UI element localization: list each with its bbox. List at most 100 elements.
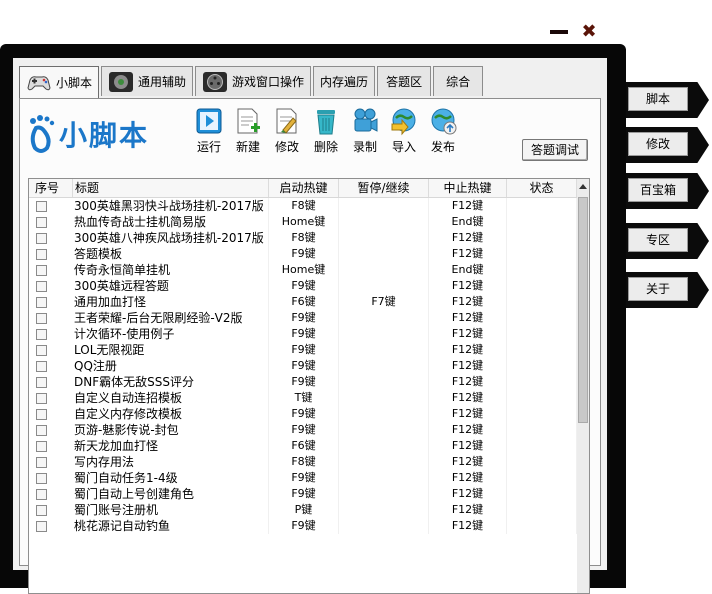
scroll-thumb[interactable] (578, 197, 588, 423)
table-row[interactable]: 桃花源记自动钓鱼 F9键 F12键 (29, 518, 577, 534)
row-title: 新天龙加血打怪 (73, 438, 269, 454)
row-status (507, 454, 577, 470)
run-button[interactable]: 运行 (190, 106, 228, 155)
row-status (507, 262, 577, 278)
row-status (507, 342, 577, 358)
side-button-about[interactable]: 关于 (628, 277, 688, 301)
table-row[interactable]: 页游-魅影传说-封包 F9键 F12键 (29, 422, 577, 438)
row-checkbox[interactable] (36, 409, 47, 420)
table-row[interactable]: 通用加血打怪 F6键 F7键 F12键 (29, 294, 577, 310)
row-pause-hotkey (339, 310, 429, 326)
row-checkbox[interactable] (36, 393, 47, 404)
row-title: LOL无限视距 (73, 342, 269, 358)
table-row[interactable]: DNF霸体无敌SSS评分 F9键 F12键 (29, 374, 577, 390)
row-status (507, 326, 577, 342)
import-button[interactable]: 导入 (385, 106, 423, 155)
row-start-hotkey: F8键 (269, 454, 339, 470)
tab-quiz-area[interactable]: 答题区 (377, 66, 432, 96)
table-row[interactable]: 答题模板 F9键 F12键 (29, 246, 577, 262)
side-button-script[interactable]: 脚本 (628, 87, 688, 111)
row-pause-hotkey (339, 262, 429, 278)
table-row[interactable]: 新天龙加血打怪 F6键 F12键 (29, 438, 577, 454)
col-title[interactable]: 标题 (73, 179, 269, 197)
table-row[interactable]: 王者荣耀-后台无限刷经验-V2版 F9键 F12键 (29, 310, 577, 326)
row-checkbox[interactable] (36, 265, 47, 276)
scroll-up-icon[interactable] (579, 184, 587, 189)
delete-button[interactable]: 删除 (307, 106, 345, 155)
row-checkbox[interactable] (36, 281, 47, 292)
new-button[interactable]: 新建 (229, 106, 267, 155)
row-checkbox[interactable] (36, 233, 47, 244)
row-start-hotkey: F9键 (269, 470, 339, 486)
tab-general-assist[interactable]: 通用辅助 (101, 66, 194, 96)
row-checkbox[interactable] (36, 425, 47, 436)
table-row[interactable]: 蜀门自动任务1-4级 F9键 F12键 (29, 470, 577, 486)
row-checkbox[interactable] (36, 473, 47, 484)
row-start-hotkey: F8键 (269, 198, 339, 214)
col-pause-resume[interactable]: 暂停/继续 (339, 179, 429, 197)
table-row[interactable]: 自定义内存修改模板 F9键 F12键 (29, 406, 577, 422)
row-title: 桃花源记自动钓鱼 (73, 518, 269, 534)
film-reel-icon (202, 71, 228, 93)
row-checkbox[interactable] (36, 249, 47, 260)
row-start-hotkey: Home键 (269, 214, 339, 230)
side-button-zone[interactable]: 专区 (628, 228, 688, 252)
publish-button[interactable]: 发布 (424, 106, 462, 155)
row-title: 自定义自动连招模板 (73, 390, 269, 406)
row-checkbox[interactable] (36, 505, 47, 516)
table-row[interactable]: 传奇永恒简单挂机 Home键 End键 (29, 262, 577, 278)
row-start-hotkey: F9键 (269, 518, 339, 534)
tab-misc[interactable]: 综合 (433, 66, 484, 96)
row-start-hotkey: F9键 (269, 374, 339, 390)
row-checkbox[interactable] (36, 313, 47, 324)
row-checkbox[interactable] (36, 217, 47, 228)
tab-game-window[interactable]: 游戏窗口操作 (195, 66, 312, 96)
col-status[interactable]: 状态 (507, 179, 577, 197)
quiz-debug-button[interactable]: 答题调试 (522, 139, 588, 161)
row-checkbox[interactable] (36, 329, 47, 340)
row-title: 300英雄黑羽快斗战场挂机-2017版 (73, 198, 269, 214)
minimize-icon[interactable] (548, 24, 570, 40)
row-start-hotkey: F8键 (269, 230, 339, 246)
table-row[interactable]: 自定义自动连招模板 T键 F12键 (29, 390, 577, 406)
table-row[interactable]: 蜀门自动上号创建角色 F9键 F12键 (29, 486, 577, 502)
table-row[interactable]: 300英雄远程答题 F9键 F12键 (29, 278, 577, 294)
tab-small-script[interactable]: 小脚本 (19, 66, 100, 98)
row-checkbox[interactable] (36, 489, 47, 500)
table-row[interactable]: 计次循环-使用例子 F9键 F12键 (29, 326, 577, 342)
row-checkbox[interactable] (36, 297, 47, 308)
table-row[interactable]: LOL无限视距 F9键 F12键 (29, 342, 577, 358)
row-checkbox[interactable] (36, 377, 47, 388)
vertical-scrollbar[interactable] (577, 179, 589, 593)
table-row[interactable]: 写内存用法 F8键 F12键 (29, 454, 577, 470)
tab-memory-scan[interactable]: 内存遍历 (313, 66, 376, 96)
close-icon[interactable]: ✖ (578, 23, 600, 41)
row-checkbox[interactable] (36, 201, 47, 212)
row-checkbox[interactable] (36, 361, 47, 372)
row-stop-hotkey: F12键 (429, 278, 507, 294)
table-row[interactable]: 蜀门账号注册机 P键 F12键 (29, 502, 577, 518)
col-stop-hotkey[interactable]: 中止热键 (429, 179, 507, 197)
row-stop-hotkey: F12键 (429, 374, 507, 390)
record-button[interactable]: 录制 (346, 106, 384, 155)
table-row[interactable]: 300英雄八神疾风战场挂机-2017版 F8键 F12键 (29, 230, 577, 246)
col-index[interactable]: 序号 (29, 179, 73, 197)
col-start-hotkey[interactable]: 启动热键 (269, 179, 339, 197)
row-stop-hotkey: F12键 (429, 390, 507, 406)
edit-button[interactable]: 修改 (268, 106, 306, 155)
side-button-toolbox[interactable]: 百宝箱 (628, 178, 688, 202)
row-status (507, 214, 577, 230)
row-stop-hotkey: F12键 (429, 502, 507, 518)
table-row[interactable]: 热血传奇战士挂机简易版 Home键 End键 (29, 214, 577, 230)
tab-label: 游戏窗口操作 (232, 75, 305, 89)
table-row[interactable]: 300英雄黑羽快斗战场挂机-2017版 F8键 F12键 (29, 198, 577, 214)
row-title: 答题模板 (73, 246, 269, 262)
row-pause-hotkey (339, 326, 429, 342)
row-checkbox[interactable] (36, 521, 47, 532)
row-checkbox[interactable] (36, 441, 47, 452)
row-checkbox[interactable] (36, 345, 47, 356)
side-button-modify[interactable]: 修改 (628, 132, 688, 156)
row-checkbox[interactable] (36, 457, 47, 468)
row-pause-hotkey (339, 358, 429, 374)
table-row[interactable]: QQ注册 F9键 F12键 (29, 358, 577, 374)
